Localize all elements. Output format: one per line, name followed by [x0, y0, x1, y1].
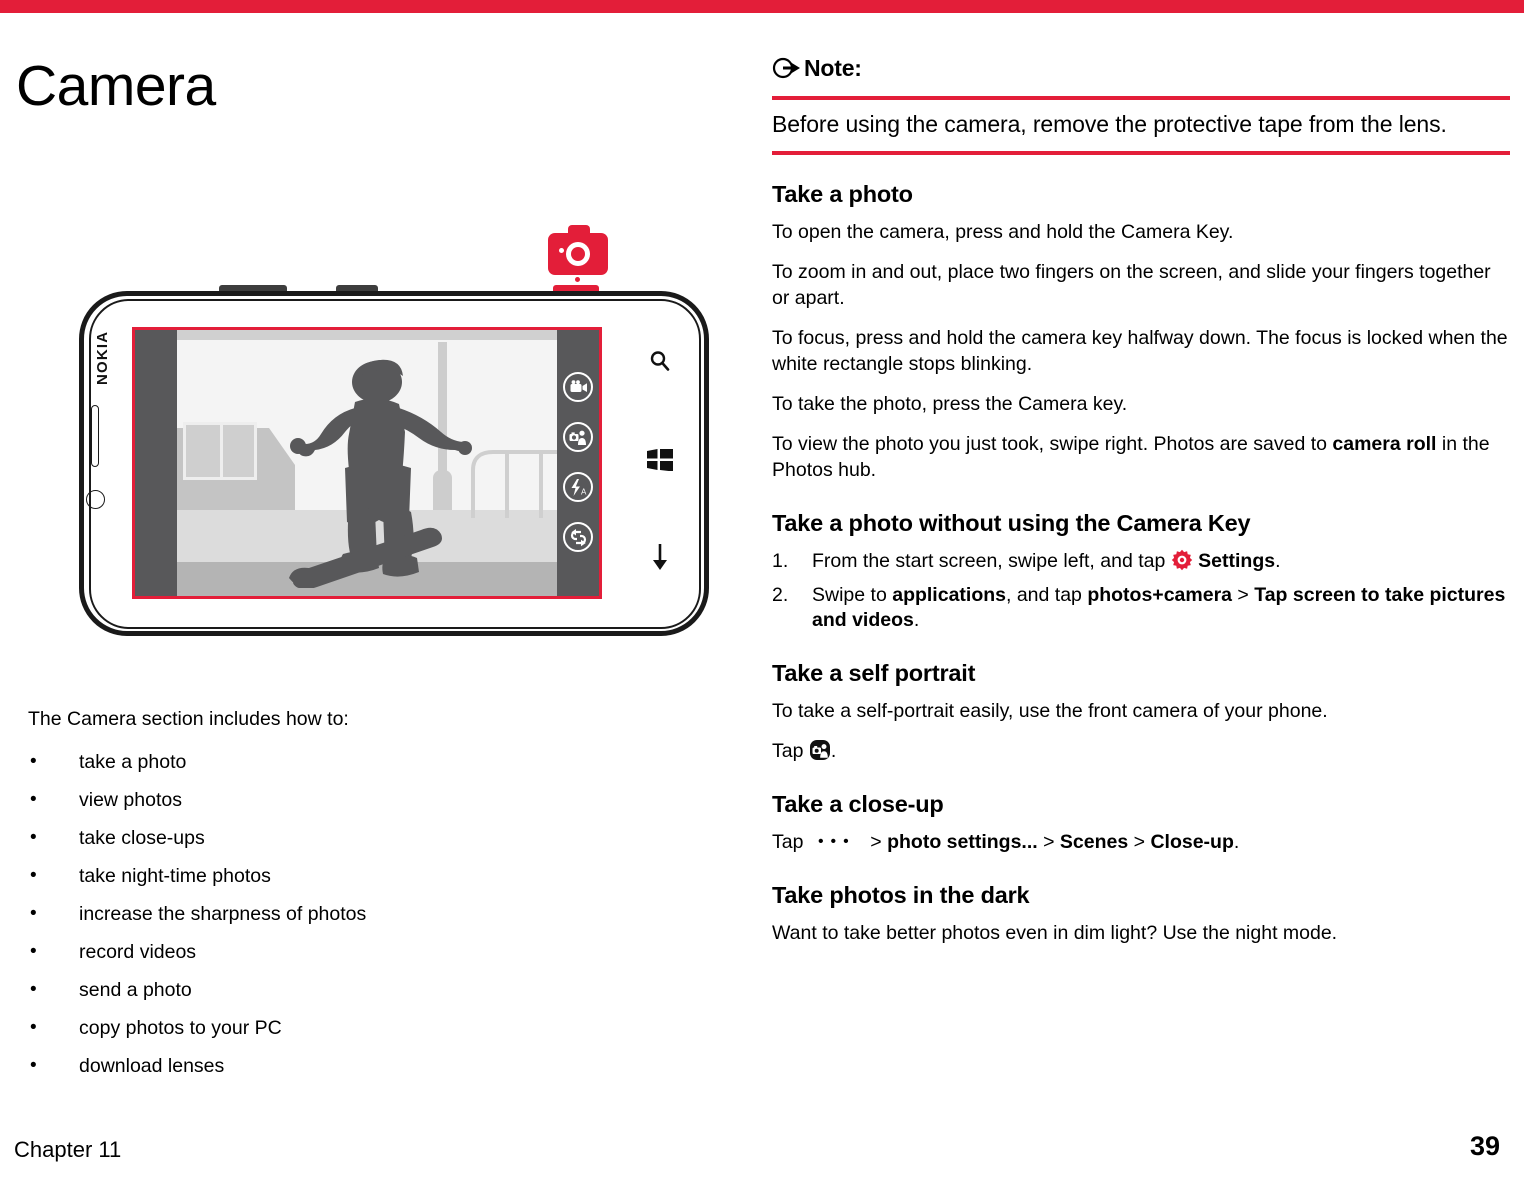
camera-icon-lens	[566, 242, 590, 266]
front-camera-icon	[809, 739, 831, 761]
text-bold-close-up: Close-up	[1150, 831, 1234, 854]
text-prefix: Swipe to	[812, 583, 893, 606]
top-accent-band	[0, 0, 1524, 13]
note-rule-bottom	[772, 151, 1510, 156]
page-body: Camera NOKIA A The Camera section includ…	[0, 13, 1524, 1179]
text-mid: , and tap	[1006, 583, 1088, 606]
nokia-wordmark: NOKIA	[94, 330, 111, 385]
screen-right-chrome: A	[557, 330, 599, 596]
page-title: Camera	[16, 54, 216, 118]
phone-illustration: NOKIA A	[54, 213, 734, 653]
steps-list: From the start screen, swipe left, and t…	[772, 549, 1510, 635]
earpiece-slot	[91, 405, 99, 467]
callout-dot	[575, 277, 580, 282]
text-suffix: .	[830, 740, 837, 763]
front-camera-dot	[86, 490, 105, 509]
text-bold-applications: applications	[892, 583, 1006, 606]
scene-window	[183, 422, 257, 480]
phone-screen: A	[132, 327, 602, 599]
text-prefix: Tap	[772, 740, 809, 763]
text-bold-camera-roll: camera roll	[1332, 432, 1437, 455]
right-column: Note: Before using the camera, remove th…	[772, 55, 1510, 1095]
screen-left-chrome	[135, 330, 177, 596]
footer-chapter: Chapter 11	[14, 1137, 122, 1162]
section-heading-no-camera-key: Take a photo without using the Camera Ke…	[772, 509, 1251, 536]
back-key-icon	[649, 543, 671, 571]
chain-sep: >	[864, 831, 888, 854]
list-item: take close-ups	[28, 828, 628, 849]
switch-camera-icon[interactable]	[563, 522, 593, 552]
text-prefix: Tap	[772, 831, 809, 854]
settings-gear-icon	[1171, 549, 1193, 571]
section-heading-self-portrait: Take a self portrait	[772, 660, 976, 687]
footer-page-number: 39	[1469, 1131, 1500, 1161]
note-label: Note:	[804, 55, 862, 81]
paragraph-tap-front-camera: Tap .	[772, 739, 1510, 765]
section-heading-take-a-photo: Take a photo	[772, 181, 913, 208]
paragraph: To focus, press and hold the camera key …	[772, 326, 1508, 375]
more-dots-icon: •••	[817, 833, 856, 851]
list-item: take a photo	[28, 752, 628, 773]
scene-handrail	[467, 442, 557, 518]
svg-text:A: A	[581, 487, 587, 496]
video-camera-icon[interactable]	[563, 372, 593, 402]
camera-icon	[544, 225, 610, 293]
text-bold-settings: Settings	[1198, 549, 1276, 572]
start-key-icon	[646, 448, 674, 472]
text-suffix: .	[1275, 549, 1281, 572]
text-prefix: From the start screen, swipe left, and t…	[812, 549, 1171, 572]
paragraph: To zoom in and out, place two fingers on…	[772, 261, 1491, 310]
note-arrow-icon	[772, 56, 802, 82]
search-key-icon	[647, 348, 673, 374]
paragraph-camera-roll: To view the photo you just took, swipe r…	[772, 432, 1510, 484]
paragraph: To open the camera, press and hold the C…	[772, 221, 1234, 244]
chain-sep: >	[1128, 831, 1151, 854]
text-bold-photo-settings: photo settings...	[887, 831, 1038, 854]
note-text: Before using the camera, remove the prot…	[772, 111, 1447, 137]
list-item: send a photo	[28, 980, 628, 1001]
paragraph: To take the photo, press the Camera key.	[772, 392, 1128, 415]
camera-icon-flash	[559, 248, 564, 253]
text-bold-scenes: Scenes	[1059, 831, 1129, 854]
section-heading-close-up: Take a close-up	[772, 791, 944, 818]
list-item: view photos	[28, 790, 628, 811]
paragraph: Want to take better photos even in dim l…	[772, 922, 1338, 945]
list-item: From the start screen, swipe left, and t…	[772, 549, 1510, 575]
text-bold-photos-camera: photos+camera	[1087, 583, 1233, 606]
text-prefix: To view the photo you just took, swipe r…	[772, 432, 1333, 455]
camera-topics-list: take a photo view photos take close-ups …	[28, 752, 628, 1095]
list-item: increase the sharpness of photos	[28, 904, 628, 925]
chain-sep: >	[1037, 831, 1060, 854]
list-item: Swipe to applications, and tap photos+ca…	[772, 583, 1510, 635]
list-item: take night-time photos	[28, 866, 628, 887]
paragraph: To take a self-portrait easily, use the …	[772, 700, 1328, 723]
scene-skateboarder	[273, 358, 473, 588]
text-suffix: .	[1233, 831, 1240, 854]
section-lead-in: The Camera section includes how to:	[28, 708, 349, 730]
flash-auto-icon[interactable]: A	[563, 472, 593, 502]
section-heading-photos-in-dark: Take photos in the dark	[772, 882, 1030, 909]
text-suffix: .	[913, 609, 920, 632]
front-camera-icon[interactable]	[563, 422, 593, 452]
list-item: record videos	[28, 942, 628, 963]
camera-viewfinder	[177, 330, 557, 596]
list-item: download lenses	[28, 1056, 628, 1077]
list-item: copy photos to your PC	[28, 1018, 628, 1039]
paragraph-close-up-path: Tap ••• > photo settings... > Scenes > C…	[772, 830, 1510, 856]
scene-sky	[177, 330, 557, 340]
text-mid: >	[1232, 583, 1255, 606]
left-column: Camera NOKIA A The Camera section includ…	[14, 13, 749, 1093]
note-heading: Note:	[772, 55, 1510, 82]
